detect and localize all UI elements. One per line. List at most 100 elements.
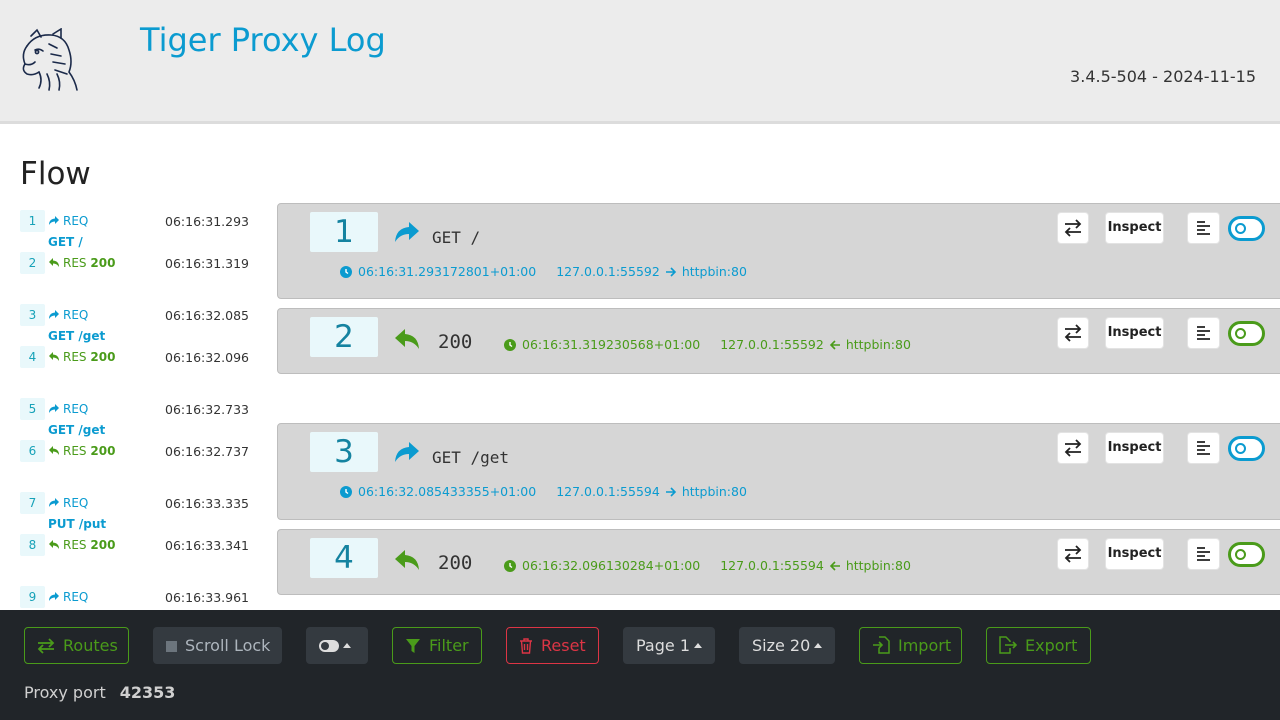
- swap-arrows-icon: [1064, 324, 1082, 342]
- partner-message-button[interactable]: [1057, 317, 1089, 349]
- page-selector[interactable]: Page 1: [623, 627, 715, 664]
- partner-message-button[interactable]: [1057, 212, 1089, 244]
- status-code: 200: [90, 444, 116, 458]
- forward-arrow-icon: [395, 442, 419, 462]
- source-address: 127.0.0.1:55594: [720, 558, 824, 573]
- message-type: RES: [63, 444, 87, 458]
- source-address: 127.0.0.1:55594: [556, 484, 660, 499]
- card-number: 1: [310, 212, 378, 252]
- response-status: 200: [438, 552, 473, 574]
- reply-arrow-icon: [395, 550, 419, 570]
- message-type: REQ: [63, 214, 89, 228]
- sidebar-item[interactable]: 8 RES 200 06:16:33.341: [20, 534, 260, 556]
- display-options-dropdown[interactable]: [306, 627, 368, 664]
- caret-up-icon: [694, 643, 702, 648]
- reply-arrow-icon: [49, 446, 59, 455]
- status-code: 200: [90, 350, 116, 364]
- message-type: REQ: [63, 402, 89, 416]
- sidebar-item[interactable]: 2 RES 200 06:16:31.319: [20, 252, 260, 274]
- destination-address: httpbin:80: [845, 558, 911, 573]
- message-number: 5: [20, 398, 45, 420]
- request-path[interactable]: GET /get: [48, 423, 105, 437]
- message-number: 2: [20, 252, 45, 274]
- align-left-icon: [1196, 326, 1210, 340]
- request-path[interactable]: GET /: [48, 235, 83, 249]
- forward-arrow-icon: [49, 404, 59, 413]
- routes-label: Routes: [63, 636, 118, 655]
- status-code: 200: [90, 256, 116, 270]
- toggle-knob: [1235, 549, 1246, 560]
- collapse-toggle[interactable]: [1228, 216, 1265, 241]
- destination-address: httpbin:80: [681, 264, 747, 279]
- filter-icon: [406, 639, 420, 653]
- swap-arrows-icon: [1064, 545, 1082, 563]
- forward-arrow-icon: [49, 310, 59, 319]
- align-left-icon: [1196, 547, 1210, 561]
- size-selector[interactable]: Size 20: [739, 627, 835, 664]
- inspect-button[interactable]: Inspect: [1105, 538, 1164, 570]
- scroll-lock-toggle[interactable]: Scroll Lock: [153, 627, 282, 664]
- proxy-port-label: Proxy port: [24, 683, 106, 702]
- message-type: REQ: [63, 590, 89, 604]
- forward-arrow-icon: [49, 592, 59, 601]
- align-left-icon: [1196, 221, 1210, 235]
- tiger-logo-icon: [22, 28, 78, 91]
- request-method-path: GET /: [432, 228, 481, 247]
- message-card-request: 1 GET / 06:16:31.293172801+01:00 127.0.0.…: [277, 203, 1280, 299]
- partner-message-button[interactable]: [1057, 538, 1089, 570]
- message-card-response: 2 200 06:16:31.319230568+01:00 127.0.0.1:…: [277, 308, 1280, 374]
- message-card-request: 3 GET /get 06:16:32.085433355+01:00 127.0…: [277, 423, 1280, 520]
- collapse-toggle[interactable]: [1228, 321, 1265, 346]
- message-time: 06:16:31.319: [165, 256, 249, 271]
- export-label: Export: [1025, 636, 1078, 655]
- response-status: 200: [438, 331, 473, 353]
- app-title: Tiger Proxy Log: [140, 21, 386, 59]
- caret-up-icon: [343, 643, 351, 648]
- request-method-path: GET /get: [432, 448, 510, 467]
- inspect-button[interactable]: Inspect: [1105, 212, 1164, 244]
- reset-button[interactable]: Reset: [506, 627, 599, 664]
- card-number: 4: [310, 538, 378, 578]
- export-button[interactable]: Export: [986, 627, 1091, 664]
- message-meta: 06:16:32.096130284+01:00 127.0.0.1:55594 h…: [504, 558, 911, 573]
- message-time: 06:16:33.961: [165, 590, 249, 605]
- sidebar-item[interactable]: 9 REQ 06:16:33.961: [20, 586, 260, 608]
- inspect-button[interactable]: Inspect: [1105, 432, 1164, 464]
- file-import-icon: [873, 636, 890, 654]
- clock-icon: [340, 266, 352, 278]
- import-button[interactable]: Import: [859, 627, 962, 664]
- message-type: REQ: [63, 496, 89, 510]
- collapse-toggle[interactable]: [1228, 436, 1265, 461]
- destination-address: httpbin:80: [845, 337, 911, 352]
- inspect-button[interactable]: Inspect: [1105, 317, 1164, 349]
- sidebar-item[interactable]: 5 REQ 06:16:32.733: [20, 398, 260, 420]
- message-time: 06:16:33.341: [165, 538, 249, 553]
- request-path[interactable]: PUT /put: [48, 517, 106, 531]
- clock-icon: [340, 486, 352, 498]
- sidebar-item[interactable]: 4 RES 200 06:16:32.096: [20, 346, 260, 368]
- sidebar-item[interactable]: 7 REQ 06:16:33.335: [20, 492, 260, 514]
- caret-up-icon: [814, 643, 823, 648]
- details-button[interactable]: [1187, 432, 1220, 464]
- collapse-toggle[interactable]: [1228, 542, 1265, 567]
- partner-message-button[interactable]: [1057, 432, 1089, 464]
- sidebar-item[interactable]: 1 REQ 06:16:31.293: [20, 210, 260, 232]
- clock-icon: [504, 339, 516, 351]
- proxy-port-value: 42353: [119, 683, 176, 702]
- details-button[interactable]: [1187, 212, 1220, 244]
- details-button[interactable]: [1187, 538, 1220, 570]
- sidebar-item[interactable]: 6 RES 200 06:16:32.737: [20, 440, 260, 462]
- sidebar-item[interactable]: 3 REQ 06:16:32.085: [20, 304, 260, 326]
- arrow-right-icon: [665, 267, 676, 277]
- routes-button[interactable]: Routes: [24, 627, 129, 664]
- reply-arrow-icon: [49, 352, 59, 361]
- filter-button[interactable]: Filter: [392, 627, 482, 664]
- size-label: Size 20: [752, 636, 811, 655]
- details-button[interactable]: [1187, 317, 1220, 349]
- timestamp: 06:16:31.293172801+01:00: [358, 264, 537, 279]
- message-time: 06:16:32.096: [165, 350, 249, 365]
- arrow-left-icon: [829, 561, 840, 571]
- message-time: 06:16:31.293: [165, 214, 249, 229]
- request-path[interactable]: GET /get: [48, 329, 105, 343]
- message-card-response: 4 200 06:16:32.096130284+01:00 127.0.0.1:…: [277, 529, 1280, 595]
